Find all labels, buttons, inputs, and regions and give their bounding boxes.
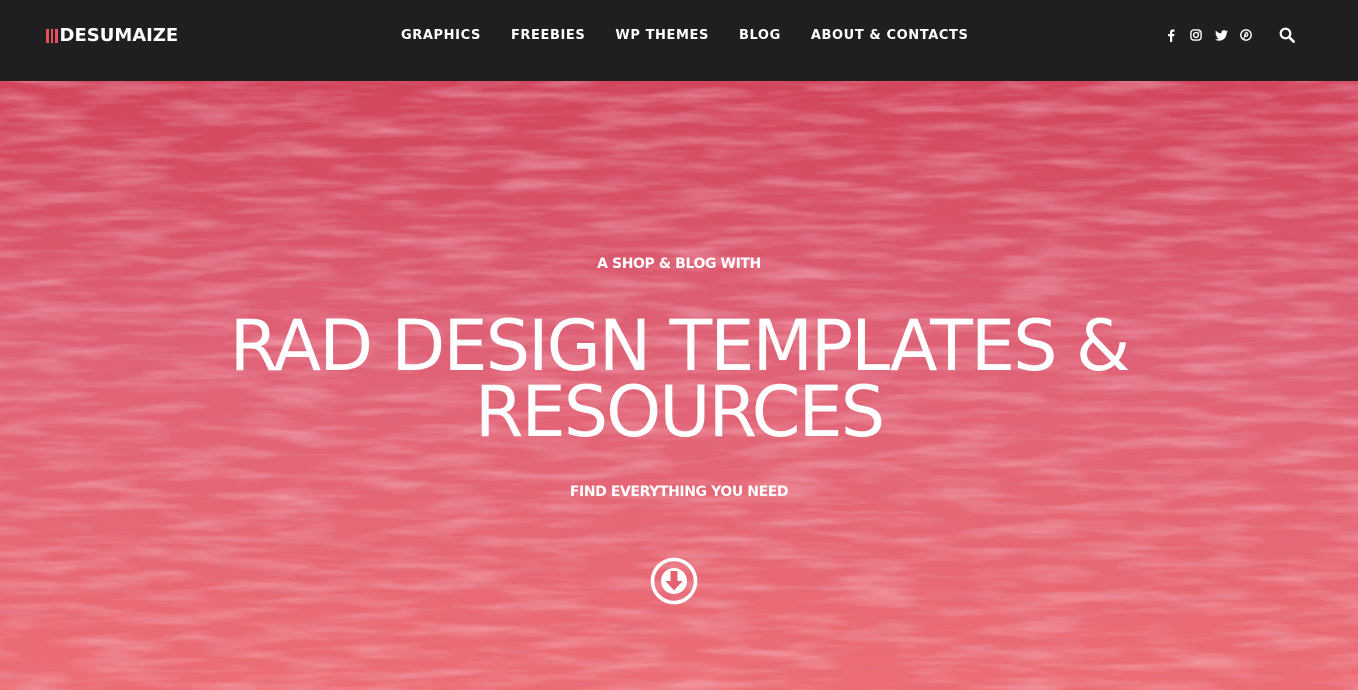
site-logo[interactable]: DESUMAIZE bbox=[46, 25, 178, 47]
arrow-down-circle-icon bbox=[650, 557, 698, 605]
search-icon[interactable] bbox=[1278, 26, 1296, 44]
twitter-icon[interactable] bbox=[1213, 27, 1229, 43]
social-links bbox=[1163, 27, 1263, 43]
scroll-down-button[interactable] bbox=[650, 557, 698, 605]
main-nav: GRAPHICS FREEBIES WP THEMES BLOG ABOUT &… bbox=[401, 0, 968, 70]
hero-subtitle: FIND EVERYTHING YOU NEED bbox=[569, 484, 789, 500]
nav-item-about-contacts[interactable]: ABOUT & CONTACTS bbox=[811, 28, 969, 43]
logo-bar bbox=[46, 29, 49, 43]
logo-text: DESUMAIZE bbox=[59, 25, 179, 46]
nav-item-blog[interactable]: BLOG bbox=[739, 28, 781, 43]
logo-mark-icon bbox=[46, 29, 58, 43]
facebook-icon[interactable] bbox=[1163, 27, 1179, 43]
hero-section: A SHOP & BLOG WITH RAD DESIGN TEMPLATES … bbox=[0, 81, 1358, 690]
nav-item-freebies[interactable]: FREEBIES bbox=[511, 28, 585, 43]
logo-bar bbox=[55, 29, 58, 43]
nav-item-graphics[interactable]: GRAPHICS bbox=[401, 28, 481, 43]
hero-kicker: A SHOP & BLOG WITH bbox=[597, 256, 761, 272]
hero-title: RAD DESIGN TEMPLATES & RESOURCES bbox=[229, 305, 1131, 453]
logo-bar bbox=[50, 29, 53, 43]
site-header: DESUMAIZE GRAPHICS FREEBIES WP THEMES BL… bbox=[0, 0, 1358, 81]
pinterest-icon[interactable] bbox=[1238, 27, 1254, 43]
instagram-icon[interactable] bbox=[1188, 27, 1204, 43]
nav-item-wp-themes[interactable]: WP THEMES bbox=[615, 28, 709, 43]
